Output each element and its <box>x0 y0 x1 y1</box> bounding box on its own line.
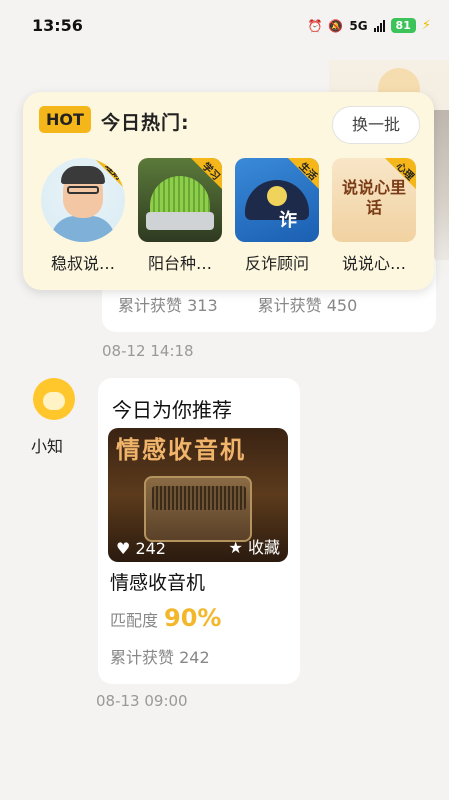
bot-name: 小知 <box>31 437 64 456</box>
refresh-button[interactable]: 换一批 <box>332 106 420 144</box>
match-score: 匹配度 90% <box>110 604 221 632</box>
signal-icon <box>373 19 385 32</box>
talk-thumbnail: 说说心里话 心理 <box>332 158 416 242</box>
prev-stat-left: 累计获赞 313 <box>118 296 218 315</box>
mute-icon: 🔕 <box>328 18 344 33</box>
likes-overlay: ♥ 242 <box>116 539 166 558</box>
category-tag: 生活 <box>275 158 319 202</box>
star-icon: ★ <box>228 538 243 557</box>
cover-text: 诈 <box>279 210 297 231</box>
status-icons: ⏰ 🔕 5G 81 ⚡ <box>307 18 431 33</box>
previous-timestamp: 08-12 14:18 <box>102 342 194 360</box>
clock: 13:56 <box>32 16 83 35</box>
status-bar: 13:56 ⏰ 🔕 5G 81 ⚡ <box>0 0 449 50</box>
hot-item-label: 阳台种… <box>147 254 212 273</box>
recommendation-name: 情感收音机 <box>110 572 206 594</box>
favorite-button[interactable]: ★ 收藏 <box>229 534 280 558</box>
hot-item[interactable]: 学习 阳台种… <box>138 158 222 274</box>
person-avatar-thumbnail: 理财 <box>41 158 125 242</box>
hot-item-label: 稳叔说… <box>50 254 115 273</box>
total-likes: 累计获赞 242 <box>110 648 210 667</box>
hot-item[interactable]: 理财 稳叔说… <box>41 158 125 274</box>
category-tag: 学习 <box>178 158 222 202</box>
hot-panel: HOT 今日热门: 换一批 理财 稳叔说… 学习 阳台种… 诈 生活 反诈顾问 <box>23 92 434 290</box>
hot-title: 今日热门: <box>101 112 190 134</box>
match-value: 90% <box>164 604 222 632</box>
recommendation-title: 今日为你推荐 <box>112 398 232 422</box>
prev-stat-right: 累计获赞 450 <box>257 296 358 315</box>
category-tag: 心理 <box>372 158 416 202</box>
match-label: 匹配度 <box>110 611 159 630</box>
bot-avatar[interactable] <box>33 378 75 420</box>
network-label: 5G <box>349 18 368 33</box>
cover-title: 情感收音机 <box>116 436 246 464</box>
hot-items: 理财 稳叔说… 学习 阳台种… 诈 生活 反诈顾问 说说心里话 心理 说说心… <box>41 158 416 274</box>
hot-item[interactable]: 说说心里话 心理 说说心… <box>332 158 416 274</box>
hot-item[interactable]: 诈 生活 反诈顾问 <box>235 158 319 274</box>
battery-level: 81 <box>390 18 416 33</box>
hot-item-label: 说说心… <box>341 254 406 273</box>
recommendation-cover[interactable]: 情感收音机 ♥ 242 ★ 收藏 <box>108 428 288 562</box>
hot-badge: HOT <box>39 106 91 133</box>
category-tag: 理财 <box>81 158 125 202</box>
recommendation-timestamp: 08-13 09:00 <box>96 692 188 710</box>
radio-icon <box>144 476 252 542</box>
previous-stats: 累计获赞 313 累计获赞 450 <box>118 292 357 316</box>
police-cap-thumbnail: 诈 生活 <box>235 158 319 242</box>
hot-item-label: 反诈顾问 <box>244 254 309 273</box>
heart-icon: ♥ <box>116 539 131 558</box>
charging-icon: ⚡ <box>421 18 431 33</box>
alarm-icon: ⏰ <box>307 18 323 33</box>
plant-thumbnail: 学习 <box>138 158 222 242</box>
recommendation-card[interactable]: 今日为你推荐 情感收音机 ♥ 242 ★ 收藏 情感收音机 匹配度 90% 累计… <box>98 378 300 684</box>
